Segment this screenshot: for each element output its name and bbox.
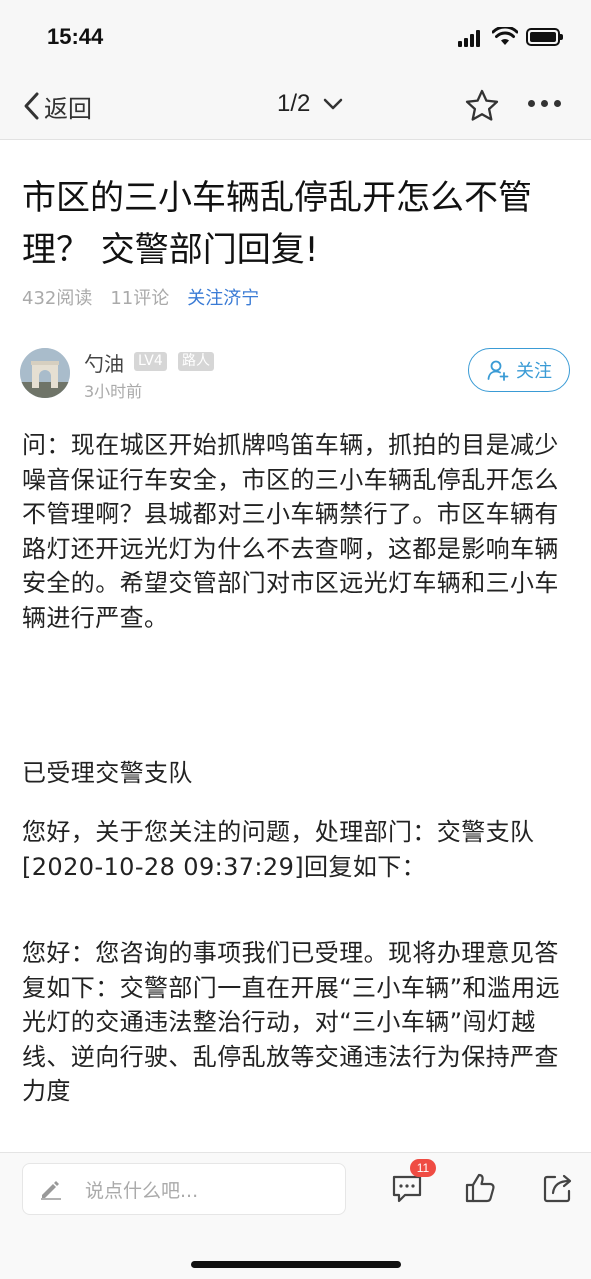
chevron-down-icon — [324, 98, 343, 110]
like-button[interactable] — [463, 1171, 497, 1209]
article-paragraph: 您好：您咨询的事项我们已受理。现将办理意见答复如下：交警部门一直在开展“三小车辆… — [22, 939, 561, 1105]
home-indicator — [191, 1261, 401, 1268]
chevron-left-icon — [24, 92, 39, 120]
page-number: 1/2 — [277, 90, 311, 117]
post-time: 3小时前 — [84, 382, 143, 401]
read-count: 432阅读 — [22, 288, 93, 309]
comment-placeholder: 说点什么吧... — [85, 1179, 199, 1202]
article-paragraph: 您好，关于您关注的问题，处理部门：交警支队 [2020-10-28 09:37:… — [22, 818, 535, 881]
arch-photo-icon — [20, 348, 70, 398]
battery-icon — [526, 28, 563, 46]
comment-input[interactable]: 说点什么吧... — [22, 1163, 346, 1215]
author-name[interactable]: 勺油 — [84, 348, 124, 377]
star-icon — [465, 89, 499, 121]
more-button[interactable] — [528, 100, 561, 107]
pencil-icon — [41, 1181, 61, 1200]
avatar[interactable] — [20, 348, 70, 398]
level-badge: LV4 — [134, 352, 167, 371]
comments-button[interactable]: 11 — [390, 1159, 436, 1209]
add-user-icon — [487, 360, 509, 381]
comment-count: 11评论 — [110, 288, 170, 309]
article-meta: 432阅读 11评论 关注济宁 — [22, 284, 259, 310]
status-bar: 15:44 — [0, 0, 591, 72]
share-button[interactable] — [541, 1171, 575, 1209]
follow-button[interactable]: 关注 — [468, 348, 570, 392]
share-icon — [543, 1174, 572, 1203]
follow-label: 关注 — [516, 361, 552, 382]
comment-count-badge: 11 — [410, 1159, 436, 1177]
author-row: 勺油 LV4 路人 3小时前 关注 — [20, 346, 572, 406]
page-indicator[interactable]: 1/2 — [277, 90, 346, 118]
back-button[interactable]: 返回 — [22, 88, 92, 124]
topic-link[interactable]: 关注济宁 — [187, 284, 259, 310]
article-paragraph: 已受理交警支队 — [22, 759, 193, 787]
favorite-button[interactable] — [464, 88, 500, 128]
article-paragraph: 问：现在城区开始抓牌鸣笛车辆，抓拍的目是减少噪音保证行车安全，市区的三小车辆乱停… — [22, 431, 559, 632]
role-badge: 路人 — [178, 352, 214, 371]
bottom-bar: 说点什么吧... 11 — [0, 1152, 591, 1279]
back-label: 返回 — [44, 94, 92, 123]
wifi-icon — [492, 27, 518, 45]
cellular-signal-icon — [458, 30, 484, 47]
status-time: 15:44 — [47, 24, 104, 49]
nav-bar: 返回 1/2 — [0, 72, 591, 140]
thumbs-up-icon — [465, 1173, 495, 1203]
article-title: 市区的三小车辆乱停乱开怎么不管理？ 交警部门回复! — [22, 178, 532, 270]
more-dots-icon — [528, 100, 535, 107]
